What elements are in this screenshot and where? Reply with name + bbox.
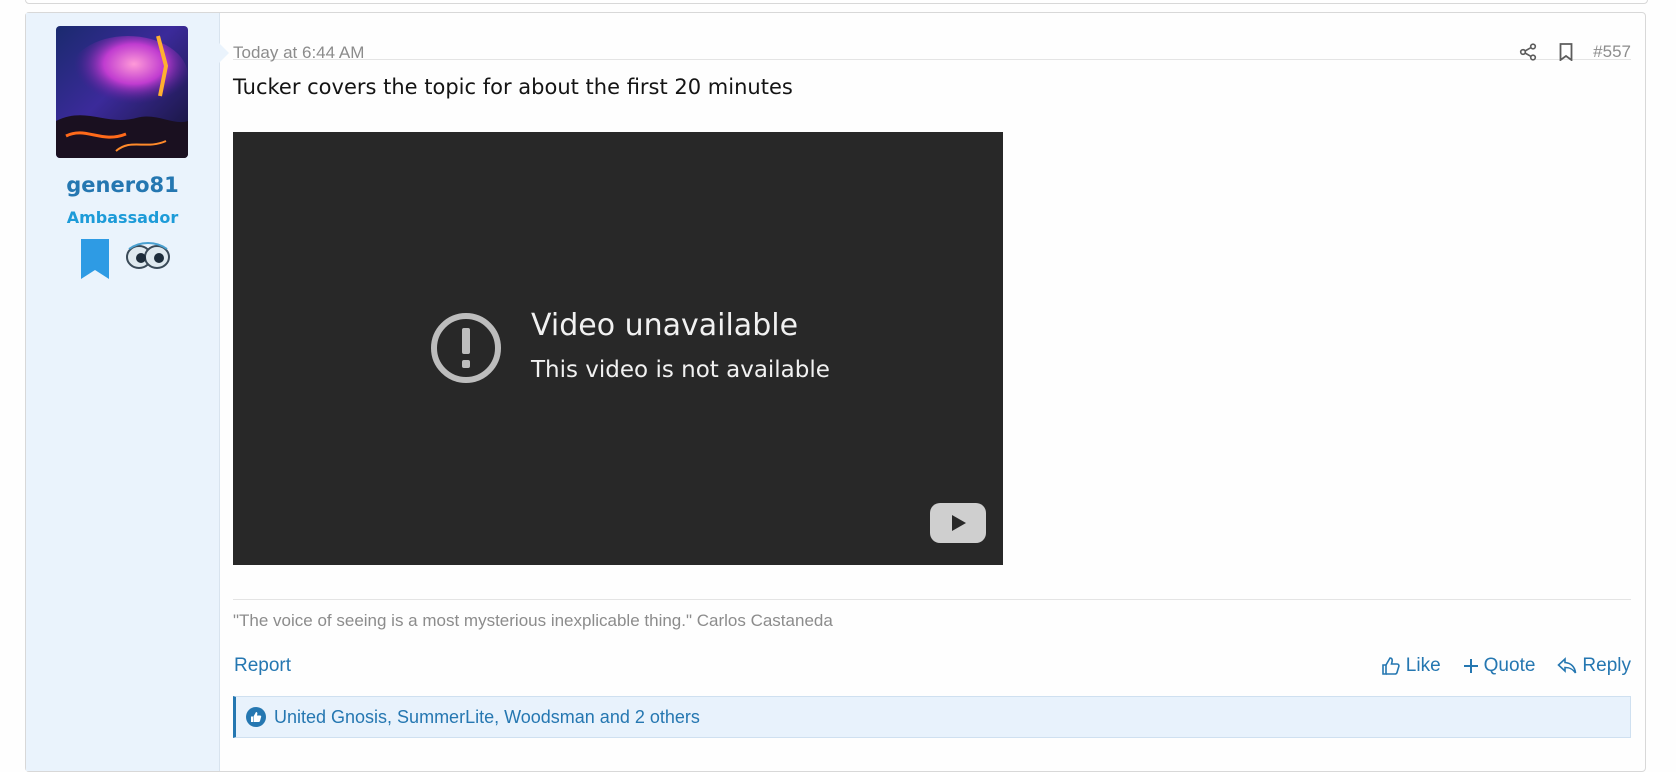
post-number-link[interactable]: #557: [1593, 42, 1631, 62]
like-button[interactable]: Like: [1381, 655, 1441, 677]
reactions-summary[interactable]: United Gnosis, SummerLite, Woodsman and …: [274, 707, 700, 728]
post-actions: Like Quote Reply: [1359, 655, 1631, 677]
reply-button[interactable]: Reply: [1557, 655, 1631, 677]
video-title: Video unavailable: [531, 308, 799, 343]
like-label: Like: [1405, 655, 1441, 676]
post-body-text: Tucker covers the topic for about the fi…: [233, 75, 793, 99]
warning-icon: [430, 312, 502, 389]
embedded-video[interactable]: Video unavailable This video is not avai…: [233, 132, 1003, 565]
forum-post: genero81 Ambassador Today at 6:44 AM #55…: [25, 12, 1646, 772]
share-icon[interactable]: [1517, 41, 1539, 63]
reactions-bar[interactable]: United Gnosis, SummerLite, Woodsman and …: [233, 696, 1631, 738]
signature-divider: [233, 599, 1631, 600]
user-title: Ambassador: [66, 208, 179, 227]
post-header-actions: #557: [1517, 41, 1631, 63]
avatar[interactable]: [56, 26, 188, 158]
report-link[interactable]: Report: [234, 655, 291, 677]
username[interactable]: genero81: [26, 173, 219, 197]
like-reaction-icon: [246, 707, 266, 727]
post-main: Today at 6:44 AM #557 Tucker covers the …: [219, 13, 1645, 771]
post-date[interactable]: Today at 6:44 AM: [233, 43, 364, 63]
post-header: Today at 6:44 AM #557: [233, 27, 1631, 63]
user-info-panel: genero81 Ambassador: [26, 13, 220, 771]
reply-label: Reply: [1582, 655, 1631, 676]
previous-post-edge: [25, 0, 1648, 4]
bookmark-badge-icon[interactable]: [79, 239, 111, 284]
quote-button[interactable]: Quote: [1463, 655, 1536, 677]
quote-label: Quote: [1483, 655, 1536, 676]
bookmark-icon[interactable]: [1555, 41, 1577, 63]
eyes-badge-icon[interactable]: [125, 239, 171, 280]
thumbs-up-icon: [1381, 657, 1400, 675]
youtube-play-icon[interactable]: [930, 503, 986, 548]
reply-icon: [1557, 657, 1577, 674]
signature: "The voice of seeing is a most mysteriou…: [233, 611, 833, 630]
plus-icon: [1463, 659, 1478, 673]
video-subtitle: This video is not available: [531, 357, 830, 383]
